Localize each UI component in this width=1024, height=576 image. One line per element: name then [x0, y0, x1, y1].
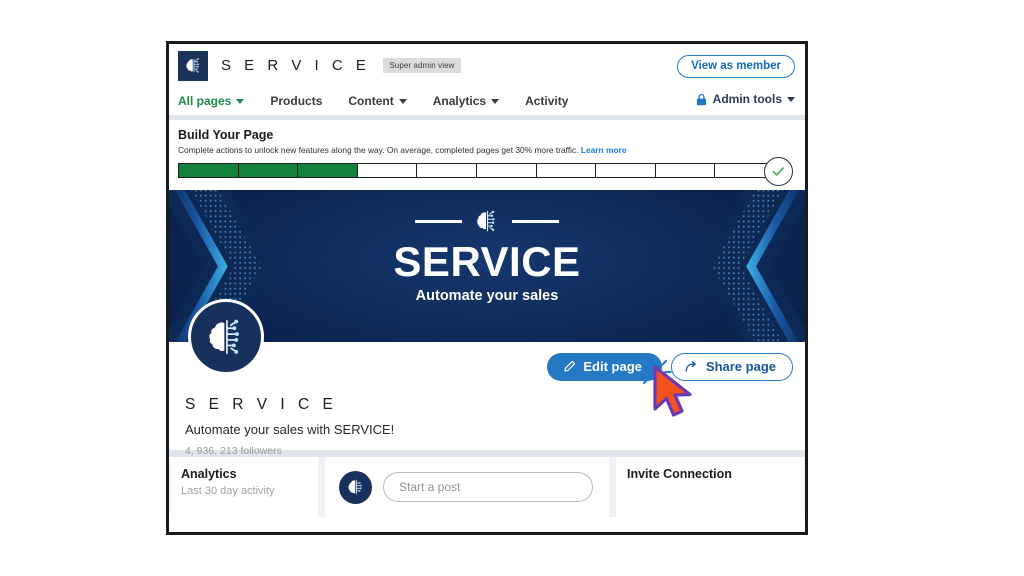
- build-your-page-title: Build Your Page: [178, 128, 796, 142]
- share-page-button[interactable]: Share page: [671, 353, 793, 381]
- invite-connection-title: Invite Connection: [627, 467, 793, 481]
- build-your-page-description: Complete actions to unlock new features …: [178, 145, 796, 155]
- progress-segment: [358, 164, 418, 177]
- progress-bar[interactable]: [178, 163, 775, 178]
- nav-item-label: Content: [348, 94, 393, 108]
- edit-page-label: Edit page: [583, 359, 642, 374]
- admin-tools-label: Admin tools: [713, 92, 782, 106]
- view-as-member-button[interactable]: View as member: [677, 55, 795, 78]
- banner-rule-right: [512, 220, 559, 223]
- follower-count: 4, 936, 213 followers: [185, 445, 282, 457]
- page-title: S E R V I C E: [185, 396, 337, 414]
- pencil-icon: [563, 360, 576, 373]
- edit-page-button[interactable]: Edit page: [547, 353, 662, 381]
- nav-item-label: Products: [270, 94, 322, 108]
- progress-segment: [239, 164, 299, 177]
- primary-navigation: All pages Products Content Analytics Act…: [169, 87, 805, 115]
- browser-window-frame: S E R V I C E Super admin view View as m…: [166, 41, 808, 535]
- progress-segment: [596, 164, 656, 177]
- chevron-down-icon: [787, 97, 795, 102]
- brain-circuit-icon: [474, 208, 500, 234]
- progress-segment: [298, 164, 358, 177]
- create-post-widget: Start a post: [325, 457, 609, 517]
- nav-item-label: All pages: [178, 94, 231, 108]
- brain-circuit-icon: [204, 315, 248, 359]
- page-actions: Edit page Share page: [547, 353, 793, 381]
- banner-rule-left: [415, 220, 462, 223]
- banner-title: SERVICE: [169, 240, 805, 284]
- analytics-widget-title: Analytics: [181, 467, 307, 481]
- share-page-label: Share page: [706, 359, 776, 374]
- admin-tools-menu[interactable]: Admin tools: [696, 92, 795, 106]
- start-a-post-input[interactable]: Start a post: [383, 472, 593, 502]
- page-tagline: Automate your sales with SERVICE!: [185, 422, 394, 437]
- invite-connection-widget[interactable]: Invite Connection: [616, 457, 804, 517]
- progress-segment: [656, 164, 716, 177]
- lock-icon: [696, 93, 707, 106]
- nav-item-label: Activity: [525, 94, 568, 108]
- nav-item-all-pages[interactable]: All pages: [178, 94, 244, 108]
- nav-item-activity[interactable]: Activity: [525, 94, 568, 108]
- build-your-page-card: Build Your Page Complete actions to unlo…: [169, 120, 805, 190]
- check-circle-icon: [764, 157, 793, 186]
- brand-name: S E R V I C E: [221, 57, 370, 74]
- banner-content: SERVICE Automate your sales: [169, 208, 805, 304]
- chevron-down-icon: [491, 99, 499, 104]
- build-progress: [178, 162, 796, 180]
- nav-item-analytics[interactable]: Analytics: [433, 94, 499, 108]
- progress-segment: [417, 164, 477, 177]
- progress-segment: [477, 164, 537, 177]
- share-arrow-icon: [685, 360, 699, 373]
- post-author-avatar[interactable]: [339, 471, 372, 504]
- banner-emblem-row: [169, 208, 805, 234]
- progress-segment: [537, 164, 597, 177]
- analytics-widget-subtitle: Last 30 day activity: [181, 485, 307, 497]
- avatar[interactable]: [188, 299, 264, 375]
- nav-item-content[interactable]: Content: [348, 94, 406, 108]
- progress-segment: [179, 164, 239, 177]
- banner-tagline: Automate your sales: [169, 288, 805, 304]
- build-description-text: Complete actions to unlock new features …: [178, 145, 579, 155]
- learn-more-link[interactable]: Learn more: [581, 145, 627, 155]
- nav-item-products[interactable]: Products: [270, 94, 322, 108]
- brain-circuit-icon: [346, 477, 366, 497]
- page-profile-section: S E R V I C E Automate your sales with S…: [169, 342, 805, 450]
- nav-item-label: Analytics: [433, 94, 486, 108]
- page-cover-banner[interactable]: SERVICE Automate your sales: [169, 190, 805, 342]
- analytics-widget[interactable]: Analytics Last 30 day activity: [170, 457, 318, 517]
- dashboard-widgets: Analytics Last 30 day activity Start a: [169, 457, 805, 517]
- top-bar: S E R V I C E Super admin view View as m…: [169, 44, 805, 87]
- chevron-down-icon: [399, 99, 407, 104]
- chevron-down-icon: [236, 99, 244, 104]
- brand-logo[interactable]: [178, 51, 208, 81]
- super-admin-view-badge: Super admin view: [383, 58, 460, 73]
- brain-circuit-icon: [184, 56, 203, 75]
